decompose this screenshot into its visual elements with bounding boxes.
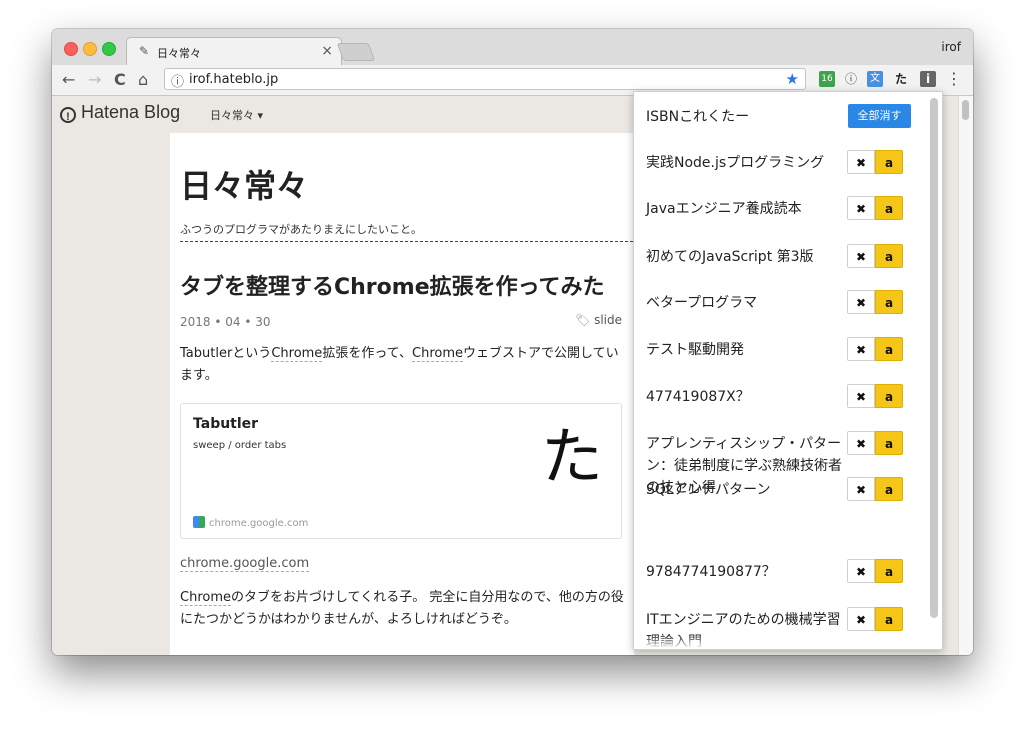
bookmark-star-icon[interactable]: ★ [786, 70, 799, 88]
book-title: Javaエンジニア養成読本 [646, 201, 802, 217]
delete-book-button[interactable]: ✖ [847, 244, 875, 268]
book-title: 実践Node.jsプログラミング [646, 155, 825, 171]
chrome-webstore-icon [193, 516, 205, 528]
delete-book-button[interactable]: ✖ [847, 150, 875, 174]
tag-label: slide [594, 313, 622, 327]
para1-text-a: Tabutlerという [180, 346, 272, 361]
minimize-window-button[interactable] [83, 42, 97, 56]
reload-icon[interactable]: C [114, 70, 126, 89]
tab-title: 日々常々 [157, 47, 201, 60]
back-icon[interactable]: ← [62, 70, 75, 89]
site-info-icon[interactable]: ⓘ [171, 71, 184, 90]
amazon-link-button[interactable]: a [875, 337, 903, 361]
book-title: 9784774190877？ [646, 564, 776, 580]
home-icon[interactable]: ⌂ [138, 70, 148, 89]
entry-title[interactable]: タブを整理するChrome拡張を作ってみた [180, 269, 605, 301]
isbn-collector-popup: ISBNこれくたー 全部消す 実践Node.jsプログラミング ✖ a Javaエンジ… [633, 91, 943, 650]
clear-all-button[interactable]: 全部消す [848, 104, 911, 128]
source-link[interactable]: chrome.google.com [180, 553, 624, 575]
tag-icon: 🏷 [575, 313, 591, 327]
title-bar: ✎ 日々常々 × irof [52, 29, 973, 65]
tabutler-extension-icon[interactable]: た [893, 71, 909, 87]
amazon-link-button[interactable]: a [875, 290, 903, 314]
blog-selector[interactable]: 日々常々 ▾ [210, 107, 263, 123]
hatena-logo-icon: ! [60, 107, 76, 123]
book-title: SQLアンチパターン [646, 482, 771, 498]
isbn-extension-icon[interactable]: i [920, 71, 936, 87]
amazon-link-button[interactable]: a [875, 384, 903, 408]
delete-book-button[interactable]: ✖ [847, 477, 875, 501]
delete-book-button[interactable]: ✖ [847, 384, 875, 408]
amazon-link-button[interactable]: a [875, 477, 903, 501]
hatena-logo[interactable]: ! Hatena Blog [60, 102, 180, 123]
blog-description: ふつうのプログラマがあたりまえにしたいこと。 [180, 221, 638, 242]
embed-card[interactable]: Tabutler sweep / order tabs た chrome.goo… [180, 403, 622, 539]
amazon-link-button[interactable]: a [875, 150, 903, 174]
tab-close-icon[interactable]: × [321, 43, 333, 59]
translate-extension-icon[interactable]: 文 [867, 71, 883, 87]
menu-icon[interactable]: ⋮ [946, 71, 962, 87]
hatena-logo-text: Hatena Blog [81, 102, 181, 122]
delete-book-button[interactable]: ✖ [847, 559, 875, 583]
amazon-link-button[interactable]: a [875, 431, 903, 455]
delete-book-button[interactable]: ✖ [847, 196, 875, 220]
address-bar[interactable]: ⓘ irof.hateblo.jp ★ [164, 68, 806, 90]
entry-tag[interactable]: 🏷 slide [575, 313, 622, 327]
source-link-text[interactable]: chrome.google.com [180, 556, 310, 572]
para2-text: のタブをお片づけしてくれる子。 完全に自分用なので、他の方の役にたつかどうかはわ… [180, 590, 624, 627]
card-logo-image: た [541, 420, 604, 493]
favicon-icon: ✎ [139, 44, 150, 58]
chrome-keyword-link-2[interactable]: Chrome [412, 346, 464, 362]
page-scroll-thumb[interactable] [962, 100, 969, 120]
chrome-keyword-link-3[interactable]: Chrome [180, 590, 231, 606]
book-title: ベタープログラマ [646, 295, 758, 311]
card-subtitle: sweep / order tabs [193, 440, 287, 451]
para1-text-b: 拡張を作って、 [322, 346, 413, 361]
entry-paragraph-2: Chromeのタブをお片づけしてくれる子。 完全に自分用なので、他の方の役にたつ… [180, 587, 624, 631]
maximize-window-button[interactable] [102, 42, 116, 56]
profile-name[interactable]: irof [941, 40, 961, 54]
calendar-extension-icon[interactable]: 16 [819, 71, 835, 87]
delete-book-button[interactable]: ✖ [847, 607, 875, 631]
card-site-label: chrome.google.com [209, 518, 309, 529]
info-extension-icon[interactable]: ⓘ [843, 71, 859, 87]
card-title[interactable]: Tabutler [193, 416, 258, 432]
popup-fade [634, 635, 942, 649]
close-window-button[interactable] [64, 42, 78, 56]
entry-date[interactable]: 2018 • 04 • 30 [180, 315, 271, 329]
delete-book-button[interactable]: ✖ [847, 337, 875, 361]
card-site[interactable]: chrome.google.com [193, 516, 308, 529]
amazon-link-button[interactable]: a [875, 559, 903, 583]
popup-title: ISBNこれくたー [646, 109, 750, 125]
amazon-link-button[interactable]: a [875, 196, 903, 220]
book-title: 初めてのJavaScript 第3版 [646, 249, 814, 265]
amazon-link-button[interactable]: a [875, 607, 903, 631]
browser-tab[interactable]: ✎ 日々常々 × [126, 37, 342, 65]
url-text[interactable]: irof.hateblo.jp [189, 72, 278, 87]
chrome-keyword-link[interactable]: Chrome [271, 346, 323, 362]
book-title: 477419087X？ [646, 389, 750, 405]
book-title: テスト駆動開発 [646, 342, 744, 358]
amazon-link-button[interactable]: a [875, 244, 903, 268]
blog-title[interactable]: 日々常々 [180, 161, 308, 207]
new-tab-button[interactable] [336, 43, 376, 61]
forward-icon[interactable]: → [88, 70, 101, 89]
delete-book-button[interactable]: ✖ [847, 290, 875, 314]
page-scrollbar[interactable] [958, 96, 973, 655]
popup-scrollbar[interactable] [930, 98, 938, 618]
blog-content: 日々常々 ふつうのプログラマがあたりまえにしたいこと。 タブを整理するChrom… [170, 133, 638, 655]
delete-book-button[interactable]: ✖ [847, 431, 875, 455]
entry-paragraph-1: TabutlerというChrome拡張を作って、Chromeウェブストアで公開し… [180, 343, 624, 387]
